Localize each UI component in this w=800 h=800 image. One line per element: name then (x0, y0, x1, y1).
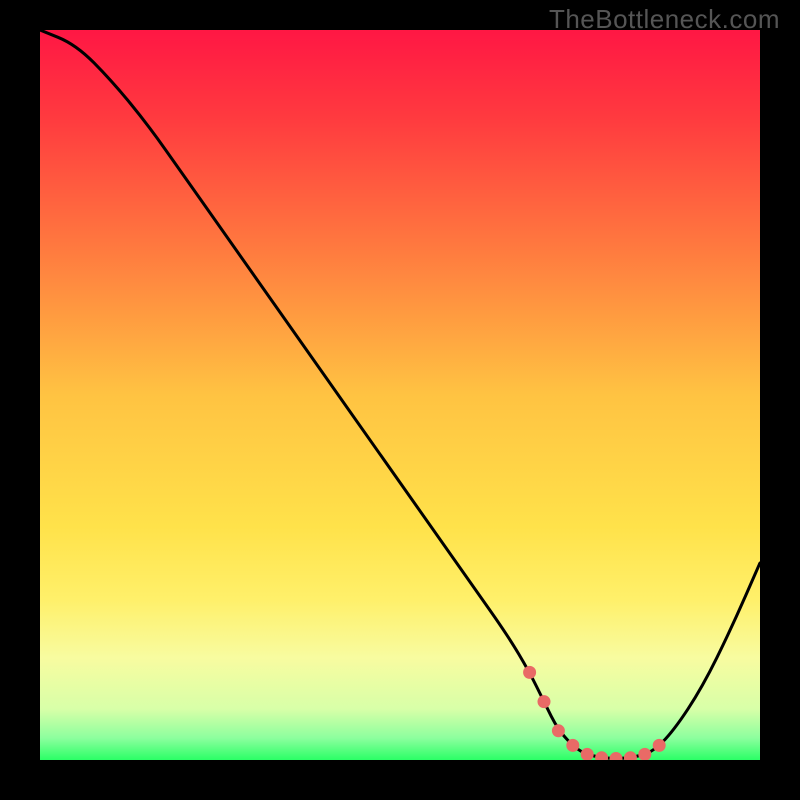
optimal-marker (552, 724, 565, 737)
optimal-marker (566, 739, 579, 752)
chart-frame: TheBottleneck.com (0, 0, 800, 800)
gradient-background (40, 30, 760, 760)
optimal-marker (538, 695, 551, 708)
chart-svg (40, 30, 760, 760)
optimal-marker (523, 666, 536, 679)
plot-area (40, 30, 760, 760)
watermark-text: TheBottleneck.com (549, 4, 780, 35)
optimal-marker (653, 739, 666, 752)
